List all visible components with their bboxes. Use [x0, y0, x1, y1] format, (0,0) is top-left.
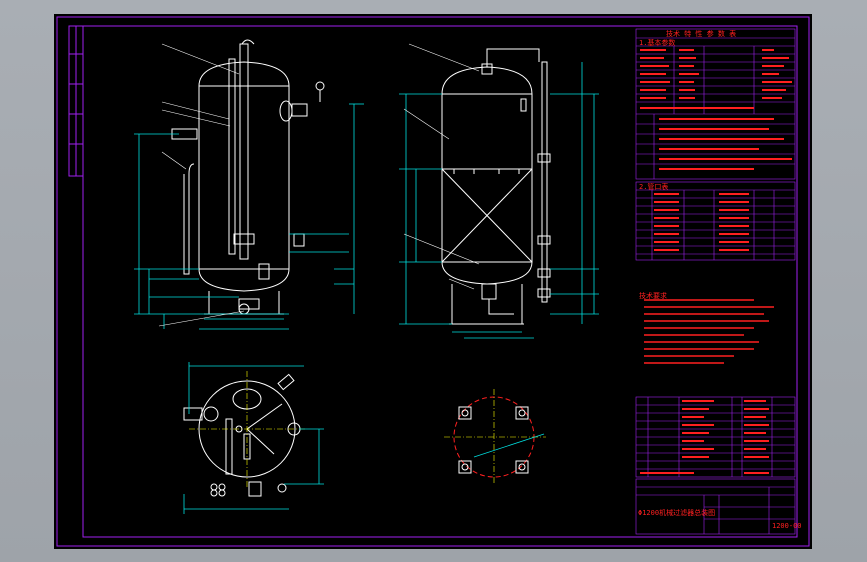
vessel-side-view	[171, 39, 308, 315]
plan-view-centerlines	[189, 371, 306, 487]
params-table	[635, 28, 796, 180]
drawing-canvas	[56, 16, 810, 547]
vessel-side-dimensions	[134, 103, 364, 330]
cad-viewport[interactable]: 技术 特 性 参 数 表 1.基本参数 2.管口表 技术要求 Φ1200机械过滤…	[0, 0, 867, 562]
params-table-title: 技术 特 性 参 数 表	[666, 30, 737, 38]
drawing-number: 1200-00	[772, 522, 802, 530]
nozzle-table-header: 2.管口表	[639, 183, 669, 191]
pressure-gauge-icon	[315, 81, 325, 102]
plan-view-dimensions	[183, 362, 324, 514]
drawing-sheet[interactable]: 技术 特 性 参 数 表 1.基本参数 2.管口表 技术要求 Φ1200机械过滤…	[54, 14, 812, 549]
anchor-bolt-plan	[444, 389, 546, 484]
inner-frame	[82, 25, 798, 538]
outer-frame	[56, 16, 810, 547]
parts-list-table	[635, 396, 796, 478]
tech-requirements-header: 技术要求	[639, 292, 667, 300]
tech-requirements-text	[644, 299, 774, 364]
drawing-title: Φ1200机械过滤器总装图	[638, 509, 716, 517]
vessel-front-dimensions	[399, 62, 599, 339]
params-table-header: 1.基本参数	[639, 39, 676, 47]
params-table-fill	[640, 49, 792, 170]
vessel-plan-view	[183, 373, 301, 497]
left-revision-strip	[68, 25, 84, 177]
